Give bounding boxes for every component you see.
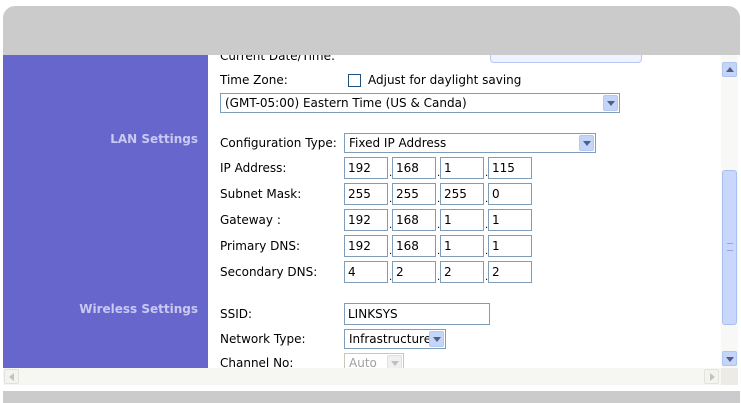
chevron-down-icon	[579, 135, 594, 151]
subnet-mask-octet-2[interactable]: 255	[392, 183, 436, 205]
ip-address-label: IP Address:	[220, 161, 287, 175]
scroll-left-button[interactable]	[4, 369, 19, 384]
gateway-octet-1[interactable]: 192	[344, 209, 388, 231]
scrollbar-corner	[721, 368, 738, 385]
ssid-input[interactable]: LINKSYS	[344, 303, 490, 325]
secondary-dns-octet-3[interactable]: 2	[440, 261, 484, 283]
subnet-mask-octet-1[interactable]: 255	[344, 183, 388, 205]
ip-address-octet-1[interactable]: 192	[344, 157, 388, 179]
vertical-scrollbar[interactable]	[721, 55, 738, 368]
gateway-label: Gateway :	[220, 213, 281, 227]
secondary-dns-octet-1[interactable]: 4	[344, 261, 388, 283]
secondary-dns-octet-2[interactable]: 2	[392, 261, 436, 283]
gateway-octet-2[interactable]: 168	[392, 209, 436, 231]
config-type-value: Fixed IP Address	[349, 136, 447, 150]
time-zone-select[interactable]: (GMT-05:00) Eastern Time (US & Canda)	[220, 93, 620, 113]
chevron-down-icon	[429, 331, 444, 347]
channel-no-value: Auto	[349, 356, 377, 368]
subnet-mask-octet-4[interactable]: 0	[488, 183, 532, 205]
settings-viewport: LAN Settings Wireless Settings Current D…	[3, 55, 721, 368]
secondary-dns-label: Secondary DNS:	[220, 265, 318, 279]
daylight-saving-checkbox[interactable]	[348, 74, 361, 87]
primary-dns-label: Primary DNS:	[220, 239, 301, 253]
scroll-right-button[interactable]	[704, 369, 719, 384]
current-datetime-field[interactable]	[490, 55, 642, 63]
side-panel: LAN Settings Wireless Settings	[3, 55, 208, 368]
scroll-up-button[interactable]	[722, 62, 737, 77]
ip-address-octet-2[interactable]: 168	[392, 157, 436, 179]
chevron-down-icon	[387, 355, 402, 368]
network-type-select[interactable]: Infrastructure	[344, 329, 446, 349]
scroll-down-button[interactable]	[722, 351, 737, 366]
primary-dns-octet-2[interactable]: 168	[392, 235, 436, 257]
time-zone-value: (GMT-05:00) Eastern Time (US & Canda)	[225, 96, 467, 110]
config-type-select[interactable]: Fixed IP Address	[344, 133, 596, 153]
channel-no-label: Channel No:	[220, 356, 294, 368]
primary-dns-octet-4[interactable]: 1	[488, 235, 532, 257]
ip-address-octet-3[interactable]: 1	[440, 157, 484, 179]
daylight-saving-label: Adjust for daylight saving	[368, 73, 522, 87]
gateway-octet-3[interactable]: 1	[440, 209, 484, 231]
primary-dns-octet-3[interactable]: 1	[440, 235, 484, 257]
chevron-down-icon	[603, 95, 618, 111]
horizontal-scrollbar[interactable]	[3, 368, 721, 385]
footer-bar	[3, 391, 740, 403]
secondary-dns-octet-4[interactable]: 2	[488, 261, 532, 283]
time-zone-label: Time Zone:	[220, 73, 288, 87]
subnet-mask-label: Subnet Mask:	[220, 187, 302, 201]
subnet-mask-octet-3[interactable]: 255	[440, 183, 484, 205]
channel-no-select[interactable]: Auto	[344, 353, 404, 368]
ip-address-octet-4[interactable]: 115	[488, 157, 532, 179]
network-type-label: Network Type:	[220, 332, 306, 346]
lan-settings-title: LAN Settings	[110, 132, 198, 146]
network-type-value: Infrastructure	[349, 332, 432, 346]
primary-dns-octet-1[interactable]: 192	[344, 235, 388, 257]
gateway-octet-4[interactable]: 1	[488, 209, 532, 231]
config-type-label: Configuration Type:	[220, 136, 337, 150]
wireless-settings-title: Wireless Settings	[79, 302, 198, 316]
vertical-scroll-thumb[interactable]	[722, 170, 737, 325]
ssid-label: SSID:	[220, 307, 253, 321]
current-datetime-label: Current Date/Time:	[220, 55, 336, 63]
header-bar	[3, 6, 740, 55]
